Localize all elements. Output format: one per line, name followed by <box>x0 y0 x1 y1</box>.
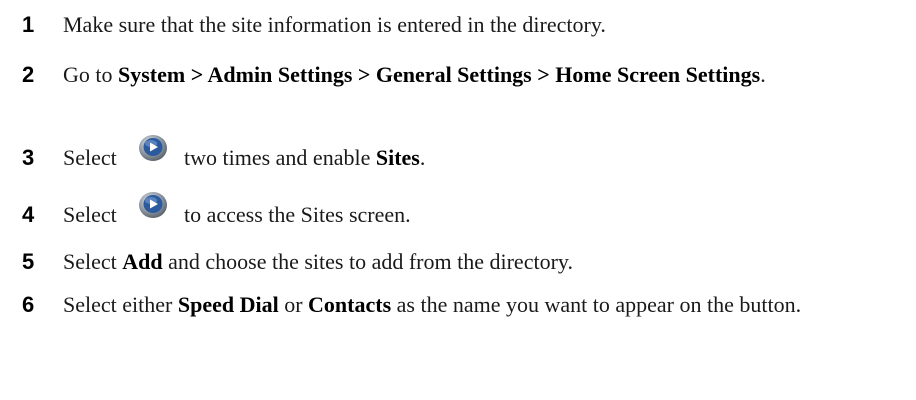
step-text-mid: or <box>278 292 309 317</box>
step-text: Select to access the Sites screen. <box>63 192 883 230</box>
step-number: 1 <box>22 12 35 37</box>
step-number: 3 <box>22 145 35 170</box>
step-text-prefix: Select <box>63 249 123 274</box>
play-arrow-button-icon <box>138 191 168 219</box>
contacts-option: Contacts <box>308 292 392 317</box>
step-text-content: Make sure that the site information is e… <box>63 12 606 37</box>
step-text: Make sure that the site information is e… <box>63 10 883 39</box>
speed-dial-option: Speed Dial <box>177 292 279 317</box>
step-text-middle: two times and enable Sites. <box>184 143 425 172</box>
sites-option: Sites <box>375 145 420 170</box>
play-arrow-button-icon <box>138 134 168 162</box>
menu-path: System > Admin Settings > General Settin… <box>118 62 761 87</box>
step-number: 4 <box>22 202 35 227</box>
step-text: Go to System > Admin Settings > General … <box>63 60 883 89</box>
step-text-middle-content: two times and enable <box>184 145 376 170</box>
add-option: Add <box>122 249 163 274</box>
step-text-prefix: Select <box>63 202 117 227</box>
step-text-prefix: Select either <box>63 292 178 317</box>
step-text: Select Add and choose the sites to add f… <box>63 247 883 276</box>
step-text-suffix: as the name you want to appear on the bu… <box>391 292 802 317</box>
step-text: Select two times and enable Sites. <box>63 135 883 173</box>
step-number: 5 <box>22 249 35 274</box>
step-text-suffix: . <box>760 62 766 87</box>
step-text-middle: to access the Sites screen. <box>184 202 411 227</box>
step-text-prefix: Select <box>63 145 117 170</box>
procedure-steps: 1 Make sure that the site information is… <box>0 0 916 400</box>
step-number: 2 <box>22 62 35 87</box>
step-number: 6 <box>22 292 35 317</box>
step-text-prefix: Go to <box>63 62 118 87</box>
step-text-suffix: and choose the sites to add from the dir… <box>162 249 573 274</box>
step-text-suffix: . <box>419 145 426 170</box>
step-text: Select either Speed Dial or Contacts as … <box>63 290 883 319</box>
